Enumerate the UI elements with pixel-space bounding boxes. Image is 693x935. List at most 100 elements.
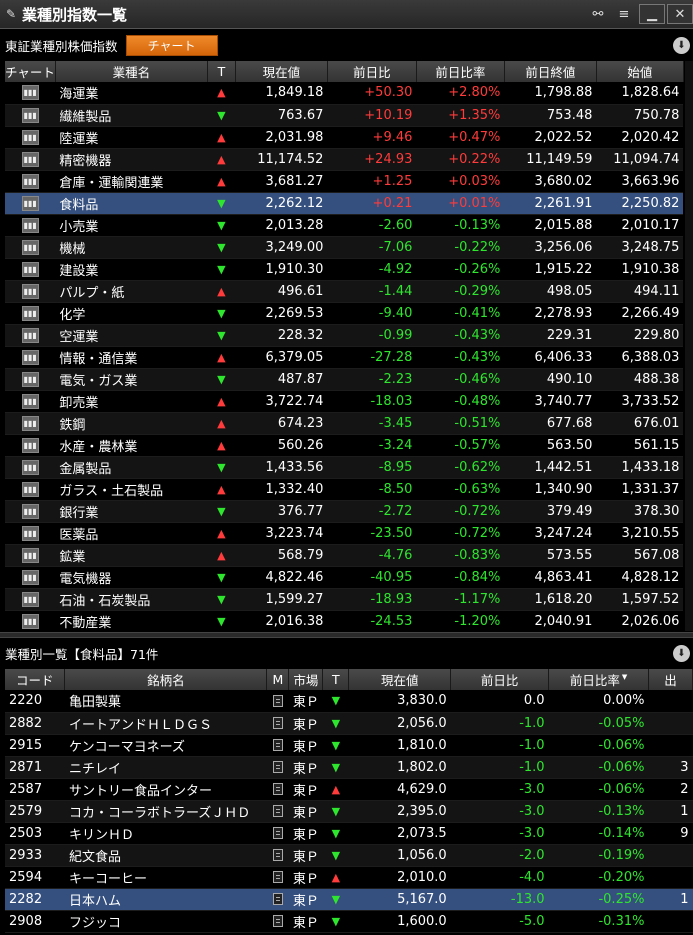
document-icon[interactable]: [272, 805, 283, 817]
stock-col-header[interactable]: コード: [5, 669, 66, 690]
chart-cell[interactable]: ▮▮▮: [5, 456, 56, 479]
stock-col-header[interactable]: T: [322, 669, 350, 690]
candlestick-chart-icon[interactable]: ▮▮▮: [21, 481, 39, 497]
pin-icon[interactable]: ✎: [0, 7, 22, 21]
close-button[interactable]: ✕: [667, 4, 693, 24]
sector-col-header[interactable]: 業種名: [55, 61, 208, 82]
stock-row[interactable]: 2220 亀田製菓 東Ｐ ▼ 3,830.0 0.0 0.00%: [5, 690, 693, 713]
document-icon[interactable]: [272, 915, 283, 927]
stock-col-header[interactable]: M: [266, 669, 290, 690]
sector-row[interactable]: ▮▮▮ 情報・通信業 ▲ 6,379.05 -27.28 -0.43% 6,406.33 6,…: [5, 346, 684, 369]
candlestick-chart-icon[interactable]: ▮▮▮: [21, 591, 39, 607]
stock-col-header[interactable]: 前日比率: [548, 669, 649, 690]
candlestick-chart-icon[interactable]: ▮▮▮: [21, 129, 39, 145]
chart-cell[interactable]: ▮▮▮: [5, 104, 56, 127]
candlestick-chart-icon[interactable]: ▮▮▮: [21, 349, 39, 365]
memo-cell[interactable]: [266, 800, 289, 823]
sector-row[interactable]: ▮▮▮ 鉄鋼 ▲ 674.23 -3.45 -0.51% 677.68 676.01: [5, 412, 684, 435]
stock-row[interactable]: 2579 コカ・コーラボトラーズＪＨＤ 東Ｐ ▼ 2,395.0 -3.0 -0.13% 1: [5, 800, 693, 823]
expand-down-icon[interactable]: ⬇: [673, 36, 690, 54]
sector-table-scrollbar[interactable]: [685, 61, 693, 631]
chart-cell[interactable]: ▮▮▮: [5, 236, 56, 259]
chart-cell[interactable]: ▮▮▮: [5, 368, 56, 391]
stock-col-header[interactable]: 現在値: [348, 669, 452, 690]
sector-row[interactable]: ▮▮▮ 電気・ガス業 ▼ 487.87 -2.23 -0.46% 490.10 488.38: [5, 368, 684, 391]
stock-row[interactable]: 2882 イートアンドＨＬＤＧＳ 東Ｐ ▼ 2,056.0 -1.0 -0.05%: [5, 712, 693, 735]
document-icon[interactable]: [272, 761, 283, 773]
sector-row[interactable]: ▮▮▮ 銀行業 ▼ 376.77 -2.72 -0.72% 379.49 378.30: [5, 500, 684, 523]
sector-row[interactable]: ▮▮▮ 繊維製品 ▼ 763.67 +10.19 +1.35% 753.48 750.78: [5, 104, 684, 127]
document-icon[interactable]: [272, 893, 283, 905]
candlestick-chart-icon[interactable]: ▮▮▮: [21, 239, 39, 255]
sector-row[interactable]: ▮▮▮ 不動産業 ▼ 2,016.38 -24.53 -1.20% 2,040.91 2,02…: [5, 610, 684, 633]
memo-cell[interactable]: [266, 712, 289, 735]
sector-col-header[interactable]: チャート: [5, 61, 56, 82]
sector-row[interactable]: ▮▮▮ 食料品 ▼ 2,262.12 +0.21 +0.01% 2,261.91 2,250.…: [5, 192, 684, 215]
candlestick-chart-icon[interactable]: ▮▮▮: [21, 393, 39, 409]
sector-row[interactable]: ▮▮▮ 陸運業 ▲ 2,031.98 +9.46 +0.47% 2,022.52 2,020.…: [5, 126, 684, 149]
sector-row[interactable]: ▮▮▮ 精密機器 ▲ 11,174.52 +24.93 +0.22% 11,149.59 11…: [5, 148, 684, 171]
sector-row[interactable]: ▮▮▮ 空運業 ▼ 228.32 -0.99 -0.43% 229.31 229.80: [5, 324, 684, 347]
chart-cell[interactable]: ▮▮▮: [5, 390, 56, 413]
chart-cell[interactable]: ▮▮▮: [5, 522, 56, 545]
sector-row[interactable]: ▮▮▮ 建設業 ▼ 1,910.30 -4.92 -0.26% 1,915.22 1,910.…: [5, 258, 684, 281]
candlestick-chart-icon[interactable]: ▮▮▮: [21, 217, 39, 233]
sector-row[interactable]: ▮▮▮ 医薬品 ▲ 3,223.74 -23.50 -0.72% 3,247.24 3,210…: [5, 522, 684, 545]
candlestick-chart-icon[interactable]: ▮▮▮: [21, 195, 39, 211]
candlestick-chart-icon[interactable]: ▮▮▮: [21, 327, 39, 343]
chart-cell[interactable]: ▮▮▮: [5, 170, 56, 193]
stock-row[interactable]: 2871 ニチレイ 東Ｐ ▼ 1,802.0 -1.0 -0.06% 3: [5, 756, 693, 779]
stock-col-header[interactable]: 銘柄名: [64, 669, 268, 690]
sector-row[interactable]: ▮▮▮ 石油・石炭製品 ▼ 1,599.27 -18.93 -1.17% 1,618.20 1…: [5, 588, 684, 611]
candlestick-chart-icon[interactable]: ▮▮▮: [21, 459, 39, 475]
chart-cell[interactable]: ▮▮▮: [5, 214, 56, 237]
chart-cell[interactable]: ▮▮▮: [5, 280, 56, 303]
sector-row[interactable]: ▮▮▮ 電気機器 ▼ 4,822.46 -40.95 -0.84% 4,863.41 4,82…: [5, 566, 684, 589]
link-icon[interactable]: ⚯: [585, 4, 611, 24]
stock-col-header[interactable]: 出: [648, 669, 693, 690]
chart-cell[interactable]: ▮▮▮: [5, 258, 56, 281]
candlestick-chart-icon[interactable]: ▮▮▮: [21, 569, 39, 585]
chart-button[interactable]: チャート: [125, 34, 218, 56]
chart-cell[interactable]: ▮▮▮: [5, 192, 56, 215]
candlestick-chart-icon[interactable]: ▮▮▮: [21, 305, 39, 321]
chart-cell[interactable]: ▮▮▮: [5, 324, 56, 347]
chart-cell[interactable]: ▮▮▮: [5, 126, 56, 149]
sector-row[interactable]: ▮▮▮ 小売業 ▼ 2,013.28 -2.60 -0.13% 2,015.88 2,010.…: [5, 214, 684, 237]
document-icon[interactable]: [272, 717, 283, 729]
memo-cell[interactable]: [266, 778, 289, 801]
sector-row[interactable]: ▮▮▮ 機械 ▼ 3,249.00 -7.06 -0.22% 3,256.06 3,248.7…: [5, 236, 684, 259]
sector-col-header[interactable]: 前日比率: [416, 61, 505, 82]
stock-row[interactable]: 2933 紀文食品 東Ｐ ▼ 1,056.0 -2.0 -0.19%: [5, 844, 693, 867]
chart-cell[interactable]: ▮▮▮: [5, 500, 56, 523]
memo-cell[interactable]: [266, 734, 289, 757]
sector-row[interactable]: ▮▮▮ 金属製品 ▼ 1,433.56 -8.95 -0.62% 1,442.51 1,433…: [5, 456, 684, 479]
candlestick-chart-icon[interactable]: ▮▮▮: [21, 371, 39, 387]
chart-cell[interactable]: ▮▮▮: [5, 346, 56, 369]
stock-row[interactable]: 2915 ケンコーマヨネーズ 東Ｐ ▼ 1,810.0 -1.0 -0.06%: [5, 734, 693, 757]
stock-row[interactable]: 2594 キーコーヒー 東Ｐ ▲ 2,010.0 -4.0 -0.20%: [5, 866, 693, 889]
stock-col-header[interactable]: 市場: [288, 669, 324, 690]
candlestick-chart-icon[interactable]: ▮▮▮: [21, 85, 39, 101]
sector-col-header[interactable]: 前日終値: [504, 61, 597, 82]
memo-cell[interactable]: [266, 888, 289, 911]
document-icon[interactable]: [272, 739, 283, 751]
sector-col-header[interactable]: 現在値: [235, 61, 328, 82]
chart-cell[interactable]: ▮▮▮: [5, 544, 56, 567]
sector-row[interactable]: ▮▮▮ 卸売業 ▲ 3,722.74 -18.03 -0.48% 3,740.77 3,733…: [5, 390, 684, 413]
document-icon[interactable]: [272, 849, 283, 861]
candlestick-chart-icon[interactable]: ▮▮▮: [21, 151, 39, 167]
stock-col-header[interactable]: 前日比: [450, 669, 550, 690]
candlestick-chart-icon[interactable]: ▮▮▮: [21, 503, 39, 519]
stock-row[interactable]: 2587 サントリー食品インター 東Ｐ ▲ 4,629.0 -3.0 -0.06% 2: [5, 778, 693, 801]
chart-cell[interactable]: ▮▮▮: [5, 412, 56, 435]
candlestick-chart-icon[interactable]: ▮▮▮: [21, 525, 39, 541]
chart-cell[interactable]: ▮▮▮: [5, 434, 56, 457]
document-icon[interactable]: [272, 694, 283, 707]
candlestick-chart-icon[interactable]: ▮▮▮: [21, 107, 39, 123]
chart-cell[interactable]: ▮▮▮: [5, 610, 56, 633]
pane-splitter[interactable]: [0, 632, 693, 638]
candlestick-chart-icon[interactable]: ▮▮▮: [21, 547, 39, 563]
document-icon[interactable]: [272, 783, 283, 795]
sector-row[interactable]: ▮▮▮ 鉱業 ▲ 568.79 -4.76 -0.83% 573.55 567.08: [5, 544, 684, 567]
